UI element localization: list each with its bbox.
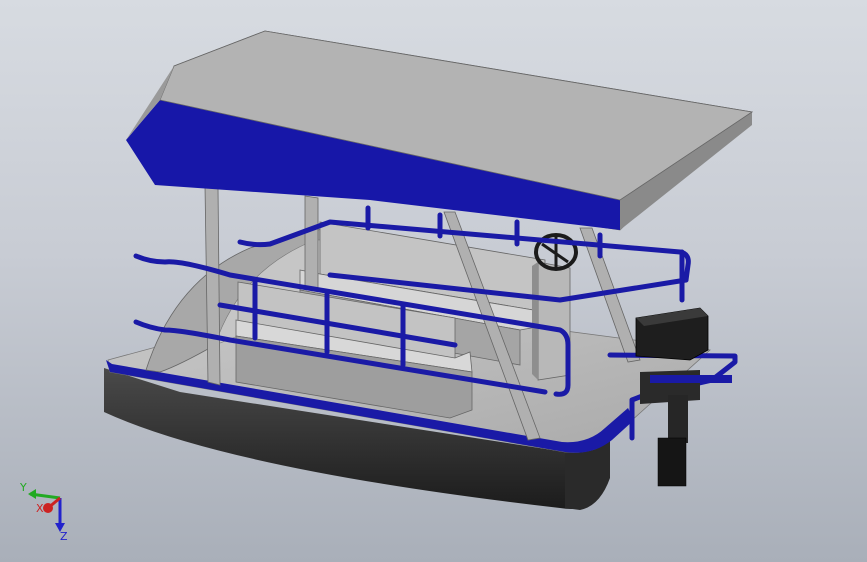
outboard-motor — [635, 307, 732, 487]
motor-lower-unit — [657, 437, 687, 487]
post-rear-left — [304, 195, 319, 291]
triad-x-label: X — [36, 502, 44, 515]
post-front-left — [204, 185, 221, 386]
triad-z-label: Z — [60, 530, 68, 543]
triad-y-label: Y — [19, 481, 27, 494]
motor-leg — [668, 395, 688, 443]
orientation-triad: Y X Z — [19, 481, 68, 543]
console-column — [537, 261, 571, 381]
console-column-side — [532, 262, 538, 380]
cad-viewport[interactable]: Y X Z — [0, 0, 867, 562]
canopy — [126, 30, 754, 231]
boat-model: Y X Z — [19, 30, 754, 543]
